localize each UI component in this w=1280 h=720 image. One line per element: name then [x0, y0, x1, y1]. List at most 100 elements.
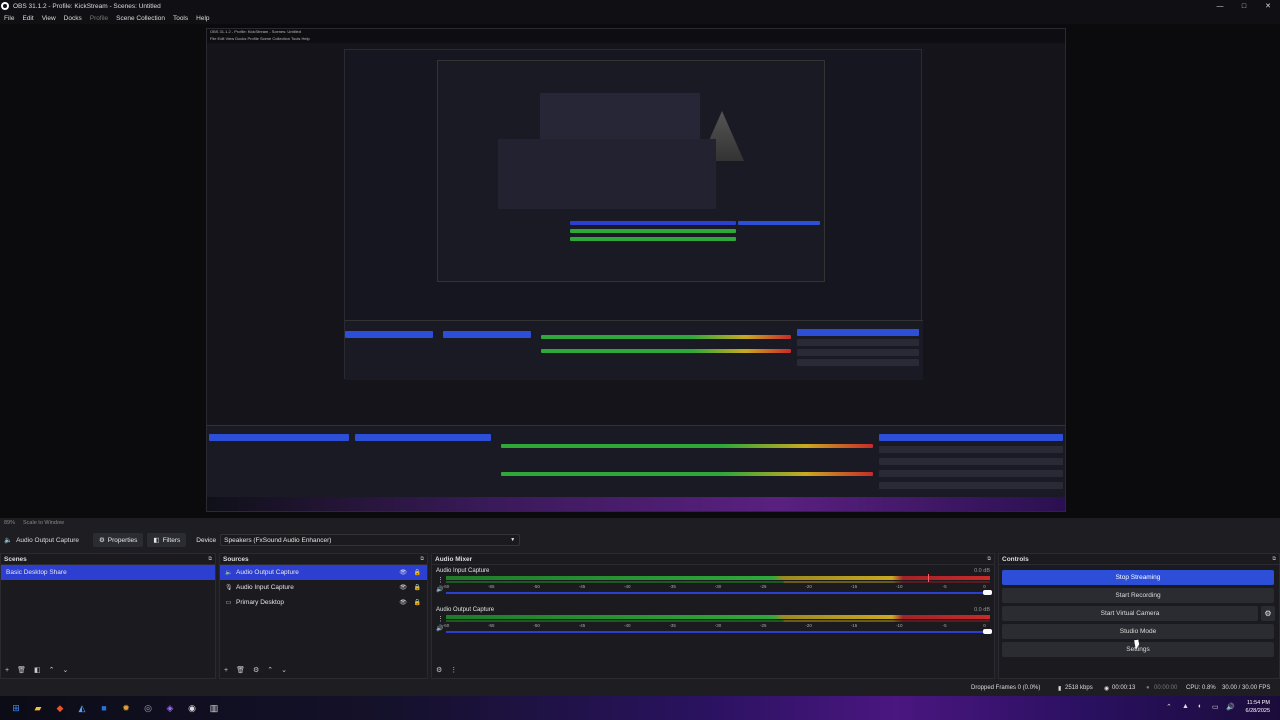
undock-icon[interactable]: ⧉ [208, 556, 212, 562]
file-explorer-icon[interactable]: ▰ [31, 701, 45, 715]
source-item[interactable]: 🎙 Audio Input Capture 👁 🔒 [220, 580, 427, 595]
app-icon[interactable]: ◭ [75, 701, 89, 715]
studio-mode-button[interactable]: Studio Mode [1002, 624, 1274, 639]
maximize-button[interactable]: □ [1232, 0, 1256, 12]
menu-view[interactable]: View [42, 15, 56, 22]
volume-slider[interactable] [446, 629, 992, 634]
menu-scene-collection[interactable]: Scene Collection [116, 15, 165, 22]
scene-filters-icon[interactable]: ◧ [34, 666, 41, 674]
nested-settings [879, 482, 1063, 489]
clock[interactable]: 11:54 PM 6/28/2025 [1246, 699, 1270, 715]
move-up-icon[interactable]: ⌃ [49, 666, 55, 674]
advanced-audio-icon[interactable]: ⚙ [436, 666, 442, 674]
source-label: Primary Desktop [236, 599, 285, 606]
gear-icon: ⚙ [1264, 609, 1272, 618]
move-down-icon[interactable]: ⌄ [281, 666, 287, 674]
menu-tools[interactable]: Tools [173, 15, 188, 22]
menu-profile[interactable]: Profile [90, 15, 108, 22]
nested-strip [738, 221, 820, 225]
kebab-menu-icon[interactable]: ⋮ [437, 615, 444, 623]
nested-source-row [355, 434, 491, 441]
add-icon[interactable]: + [5, 667, 9, 674]
nested-strip [570, 229, 736, 233]
stop-streaming-button[interactable]: Stop Streaming [1002, 570, 1274, 585]
clock-time: 11:54 PM [1246, 700, 1270, 706]
tick-label: -50 [533, 584, 540, 589]
audio-app-icon[interactable]: ▥ [207, 701, 221, 715]
eye-icon[interactable]: 👁 [399, 569, 407, 576]
volume-slider-knob[interactable] [983, 590, 992, 595]
tray-app-icon[interactable]: ▲ [1182, 703, 1189, 710]
app-icon[interactable]: ■ [97, 701, 111, 715]
eye-icon[interactable]: 👁 [399, 599, 407, 606]
nested-stop-streaming [797, 329, 919, 336]
properties-button[interactable]: ⚙ Properties [92, 533, 144, 547]
clock-date: 6/28/2025 [1245, 708, 1270, 714]
tick-label: -10 [896, 584, 903, 589]
network-icon[interactable]: ▭ [1212, 703, 1219, 711]
controls-title: Controls [1002, 555, 1029, 563]
trash-icon[interactable]: 🗑 [236, 666, 245, 674]
tick-label: -40 [624, 623, 631, 628]
menu-file[interactable]: File [4, 15, 14, 22]
undock-icon[interactable]: ⧉ [987, 556, 991, 562]
trash-icon[interactable]: 🗑 [17, 666, 26, 674]
source-item[interactable]: 🔈 Audio Output Capture 👁 🔒 [220, 565, 427, 580]
source-item[interactable]: ▭ Primary Desktop 👁 🔒 [220, 595, 427, 610]
filters-button[interactable]: ◧ Filters [147, 533, 187, 547]
move-up-icon[interactable]: ⌃ [267, 666, 273, 674]
add-icon[interactable]: + [224, 667, 228, 674]
tray-chevron-icon[interactable]: ⌃ [1166, 703, 1172, 711]
taskbar: ⊞ ▰ ◆ ◭ ■ ✹ ◎ ◈ ◉ ▥ ⌃ ▲ ◐ ▭ 🔊 11:54 PM 6… [0, 696, 1280, 720]
minimize-button[interactable]: — [1208, 0, 1232, 12]
menu-docks[interactable]: Docks [64, 15, 82, 22]
undock-icon[interactable]: ⧉ [420, 556, 424, 562]
preview-nested-level-5 [540, 93, 744, 161]
zoom-percent[interactable]: 89% [4, 520, 15, 526]
audio-mixer-dock: Audio Mixer ⧉ Audio Input Capture 0.0 dB… [431, 553, 995, 679]
menu-edit[interactable]: Edit [22, 15, 33, 22]
kebab-menu-icon[interactable]: ⋮ [437, 576, 444, 584]
start-virtual-camera-button[interactable]: Start Virtual Camera [1002, 606, 1258, 621]
menu-help[interactable]: Help [196, 15, 209, 22]
tray-app-icon[interactable]: ◐ [1198, 703, 1202, 710]
lock-icon[interactable]: 🔒 [414, 599, 421, 606]
device-value: Speakers (FxSound Audio Enhancer) [224, 536, 332, 544]
start-recording-button[interactable]: Start Recording [1002, 588, 1274, 603]
settings-app-icon[interactable]: ✹ [119, 701, 133, 715]
meter-ticks: -60 -55 -50 -45 -40 -35 -30 -25 -20 -15 … [443, 623, 990, 629]
window-title: OBS 31.1.2 - Profile: KickStream - Scene… [13, 2, 161, 10]
app-icon[interactable]: ◈ [163, 701, 177, 715]
kebab-menu-icon[interactable]: ⋮ [450, 666, 457, 674]
title-bar: OBS 31.1.2 - Profile: KickStream - Scene… [0, 0, 1280, 12]
app-icon[interactable]: ◎ [141, 701, 155, 715]
device-select[interactable]: Speakers (FxSound Audio Enhancer) ▼ [220, 534, 521, 546]
eye-icon[interactable]: 👁 [399, 584, 407, 591]
volume-icon[interactable]: 🔊 [1226, 703, 1235, 711]
tick-label: -35 [669, 584, 676, 589]
microphone-icon: 🎙 [225, 585, 233, 591]
speaker-icon: 🔈 [4, 537, 13, 544]
lock-icon[interactable]: 🔒 [414, 584, 421, 591]
undock-icon[interactable]: ⧉ [1272, 556, 1276, 562]
nested-source-row [443, 331, 531, 338]
tick-label: -25 [760, 584, 767, 589]
scale-to-window[interactable]: Scale to Window [23, 520, 64, 526]
move-down-icon[interactable]: ⌄ [62, 666, 68, 674]
lock-icon[interactable]: 🔒 [414, 569, 421, 576]
gear-icon[interactable]: ⚙ [253, 666, 259, 674]
tick-label: -50 [533, 623, 540, 628]
windows-start-icon[interactable]: ⊞ [9, 701, 23, 715]
obs-taskbar-icon[interactable]: ◉ [185, 701, 199, 715]
browser-icon[interactable]: ◆ [53, 701, 67, 715]
preview-nested-level-2 [344, 49, 923, 380]
scene-item[interactable]: Basic Desktop Share [1, 565, 215, 580]
preview-canvas[interactable]: OBS 31.1.2 - Profile: KickStream - Scene… [0, 24, 1280, 518]
filter-icon: ◧ [153, 537, 160, 544]
volume-slider[interactable] [446, 590, 992, 595]
volume-slider-knob[interactable] [983, 629, 992, 634]
tick-label: -45 [578, 623, 586, 628]
tick-label: -10 [896, 623, 903, 628]
close-button[interactable]: ✕ [1256, 0, 1280, 12]
virtual-camera-settings-button[interactable]: ⚙ [1261, 606, 1275, 621]
